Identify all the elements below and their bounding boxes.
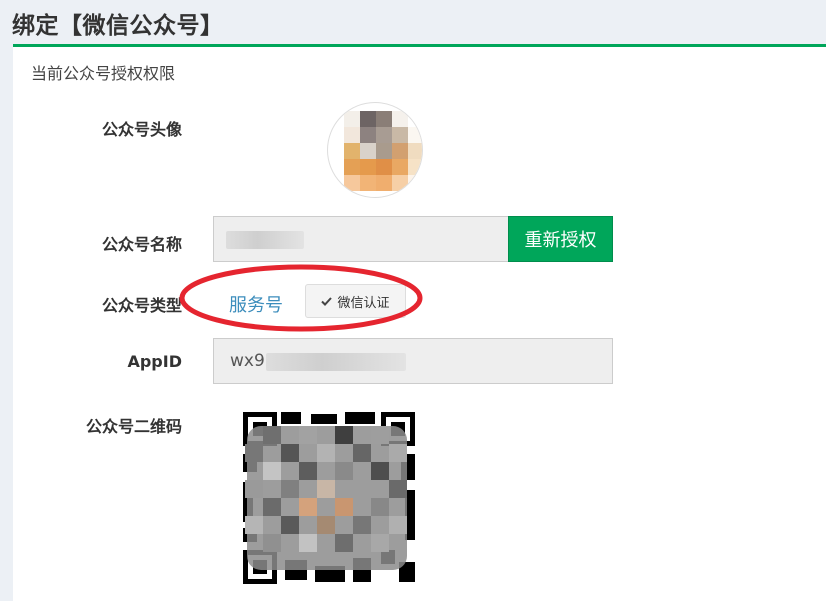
redacted-appid: [266, 353, 406, 371]
avatar: [327, 102, 423, 198]
appid-field: wx9: [213, 338, 613, 384]
page-title: 绑定【微信公众号】: [12, 13, 224, 39]
account-name-field: [213, 216, 509, 262]
redacted-name: [226, 231, 304, 249]
avatar-image-pixelated: [344, 111, 422, 197]
verified-badge-label: 微信认证: [337, 295, 390, 311]
page-header: 绑定【微信公众号】: [0, 0, 826, 46]
verified-badge: 微信认证: [305, 284, 406, 318]
check-icon: [321, 296, 333, 306]
box-title: 当前公众号授权权限: [31, 64, 176, 83]
type-label: 公众号类型: [101, 296, 182, 315]
authorization-box: 当前公众号授权权限 公众号头像 公众号名称 重新授权 公众号类型 服务号 微信认…: [13, 44, 826, 601]
account-type-link[interactable]: 服务号: [229, 291, 283, 317]
avatar-label: 公众号头像: [101, 120, 182, 139]
reauthorize-button[interactable]: 重新授权: [508, 216, 613, 262]
appid-label: AppID: [127, 352, 182, 371]
appid-value: wx9: [230, 351, 265, 371]
qrcode-label: 公众号二维码: [85, 417, 182, 436]
name-label: 公众号名称: [101, 235, 182, 254]
qr-code-image: [241, 410, 417, 586]
